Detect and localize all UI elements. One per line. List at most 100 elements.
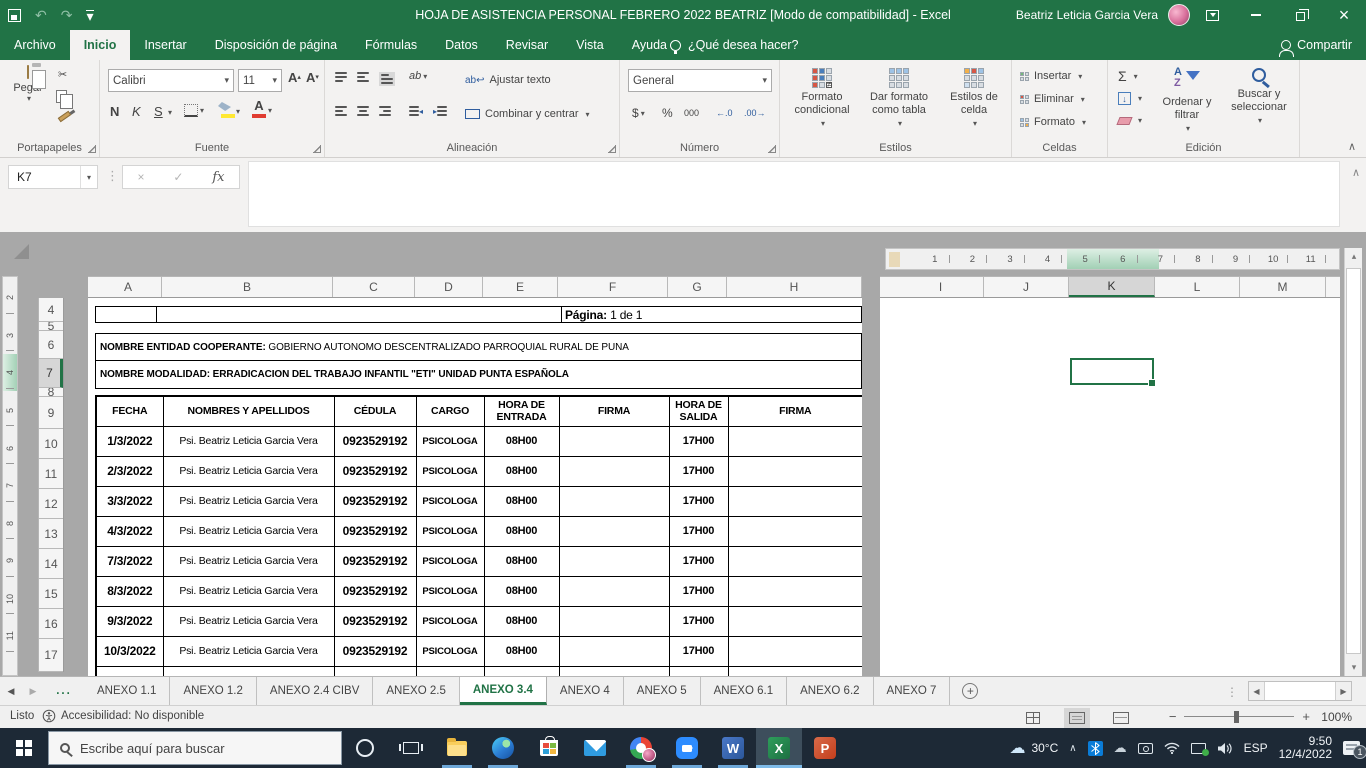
restore-button[interactable] (1278, 0, 1322, 30)
insert-function-icon[interactable]: fx (212, 170, 224, 185)
selected-cell-K7[interactable] (1070, 358, 1156, 387)
speaker-icon[interactable] (1217, 742, 1233, 755)
powerpoint-button[interactable]: P (802, 728, 848, 768)
cell-cedula[interactable]: 0923529192 (333, 545, 417, 577)
row-header[interactable]: 5 (39, 322, 63, 331)
weather-widget[interactable]: ☁ 30°C (1009, 738, 1058, 758)
cell-hora-salida[interactable]: 17H00 (668, 635, 729, 667)
cell-cargo[interactable]: PSICOLOGA (415, 635, 485, 667)
cell-fecha[interactable]: 10/3/2022 (95, 635, 164, 667)
row-header[interactable]: 14 (39, 549, 63, 579)
store-button[interactable] (526, 728, 572, 768)
cell-fecha[interactable]: 11/3/2022 (95, 665, 164, 676)
cell-cedula[interactable]: 0923529192 (333, 575, 417, 607)
grow-font-button[interactable]: A ▴ (288, 71, 301, 84)
cell-hora-entrada[interactable]: 08H00 (483, 575, 560, 607)
cell-nombres[interactable]: Psi. Beatriz Leticia Garcia Vera (162, 635, 335, 667)
ribbon-tab[interactable]: Datos (431, 30, 492, 60)
modalidad-row[interactable]: NOMBRE MODALIDAD: ERRADICACION DEL TRABA… (95, 361, 862, 389)
page-break-view-button[interactable] (1108, 708, 1134, 728)
column-header[interactable]: D (415, 277, 483, 297)
cortana-button[interactable] (342, 728, 388, 768)
more-sheets-indicator[interactable]: ... (44, 677, 84, 705)
cell-firma-2[interactable] (727, 455, 862, 487)
column-header[interactable]: B (162, 277, 333, 297)
sheet-tab[interactable]: ANEXO 1.1 (84, 677, 171, 705)
row-header[interactable]: 10 (39, 429, 63, 459)
table-header-cell[interactable]: HORA DE ENTRADA (483, 395, 560, 427)
tell-me-search[interactable]: ¿Qué desea hacer? (670, 30, 799, 60)
conditional-formatting-button[interactable]: ≠ Formato condicional ▾ (786, 68, 858, 130)
orientation-button[interactable]: ab ▾ (409, 70, 427, 82)
row-header[interactable]: 6 (39, 331, 63, 359)
cell-firma-2[interactable] (727, 545, 862, 577)
table-header-cell[interactable]: CÉDULA (333, 395, 417, 427)
cell-cargo[interactable]: PSICOLOGA (415, 545, 485, 577)
vertical-scrollbar[interactable]: ▴ ▾ (1344, 248, 1362, 676)
cell-hora-entrada[interactable]: 08H00 (483, 425, 560, 457)
font-color-button[interactable]: A ▾ (252, 99, 272, 120)
cell-firma-1[interactable] (558, 455, 670, 487)
cell-hora-salida[interactable]: 17H00 (668, 665, 729, 676)
cell-nombres[interactable]: Psi. Beatriz Leticia Garcia Vera (162, 605, 335, 637)
cell-hora-entrada[interactable]: 08H00 (483, 545, 560, 577)
cell-hora-salida[interactable]: 17H00 (668, 515, 729, 547)
row-header[interactable]: 12 (39, 489, 63, 519)
sheet-tab[interactable]: ANEXO 1.2 (170, 677, 257, 705)
comma-style-button[interactable]: 000 (684, 108, 699, 118)
formula-input[interactable] (248, 161, 1340, 227)
tray-expand-icon[interactable]: ∧ (1069, 743, 1076, 754)
cell-cedula[interactable]: 0923529192 (333, 635, 417, 667)
page-left[interactable]: Página: 1 de 1 NOMBRE ENTIDAD COOPERANTE… (88, 298, 862, 676)
sheet-tab[interactable]: ANEXO 6.2 (787, 677, 874, 705)
accessibility-status[interactable]: Accesibilidad: No disponible (42, 709, 204, 723)
cell-fecha[interactable]: 8/3/2022 (95, 575, 164, 607)
table-header-cell[interactable]: HORA DE SALIDA (668, 395, 729, 427)
cell-cedula[interactable]: 0923529192 (333, 425, 417, 457)
zoom-out-icon[interactable]: − (1169, 709, 1177, 724)
cell-firma-2[interactable] (727, 515, 862, 547)
new-sheet-button[interactable]: + (950, 677, 990, 705)
sheet-nav-right-icon[interactable]: ▶ (22, 677, 44, 705)
cell-firma-1[interactable] (558, 665, 670, 676)
cell-cedula[interactable]: 0923529192 (333, 515, 417, 547)
ribbon-tab[interactable]: Disposición de página (201, 30, 351, 60)
alignment-dialog-launcher[interactable] (608, 145, 616, 153)
cell-nombres[interactable]: Psi. Beatriz Leticia Garcia Vera (162, 545, 335, 577)
cell-firma-2[interactable] (727, 575, 862, 607)
row-header[interactable]: 17 (39, 639, 63, 672)
confirm-entry-icon[interactable]: ✓ (173, 170, 183, 184)
wireless-display-icon[interactable] (1137, 742, 1153, 754)
cell-firma-2[interactable] (727, 665, 862, 676)
copy-button[interactable]: ▾ (56, 90, 73, 109)
column-header[interactable]: K (1069, 277, 1155, 297)
column-header[interactable]: E (483, 277, 558, 297)
ribbon-tab[interactable]: Archivo (0, 30, 70, 60)
cell-styles-button[interactable]: Estilos de celda ▾ (940, 68, 1008, 130)
cell-hora-salida[interactable]: 17H00 (668, 605, 729, 637)
cell-firma-1[interactable] (558, 515, 670, 547)
align-right-button[interactable] (379, 106, 391, 116)
sheet-tab[interactable]: ANEXO 4 (547, 677, 624, 705)
merge-center-button[interactable]: Combinar y centrar ▾ (465, 108, 590, 120)
share-button[interactable]: Compartir (1279, 30, 1352, 60)
close-button[interactable]: × (1322, 0, 1366, 30)
column-header[interactable]: M (1240, 277, 1326, 297)
column-header[interactable]: A (95, 277, 162, 297)
row-header[interactable]: 15 (39, 579, 63, 609)
format-as-table-button[interactable]: Dar formato como tabla ▾ (862, 68, 936, 130)
cell-firma-2[interactable] (727, 635, 862, 667)
cell-cedula[interactable]: 0923529192 (333, 485, 417, 517)
chrome-button[interactable] (618, 728, 664, 768)
page-layout-view-button[interactable] (1064, 707, 1090, 728)
decrease-decimal-button[interactable]: .00→ (744, 108, 766, 118)
cell-fecha[interactable]: 2/3/2022 (95, 455, 164, 487)
zoom-app-button[interactable] (664, 728, 710, 768)
collapse-ribbon-button[interactable]: ∧ (1348, 140, 1356, 153)
decrease-indent-button[interactable]: ◂ (409, 106, 423, 116)
cancel-entry-icon[interactable]: × (137, 170, 144, 184)
hscroll-thumb[interactable] (1265, 682, 1335, 700)
hscroll-right-icon[interactable]: ▶ (1335, 682, 1351, 700)
underline-button[interactable]: S (154, 104, 163, 119)
row-header[interactable]: 4 (39, 298, 63, 322)
